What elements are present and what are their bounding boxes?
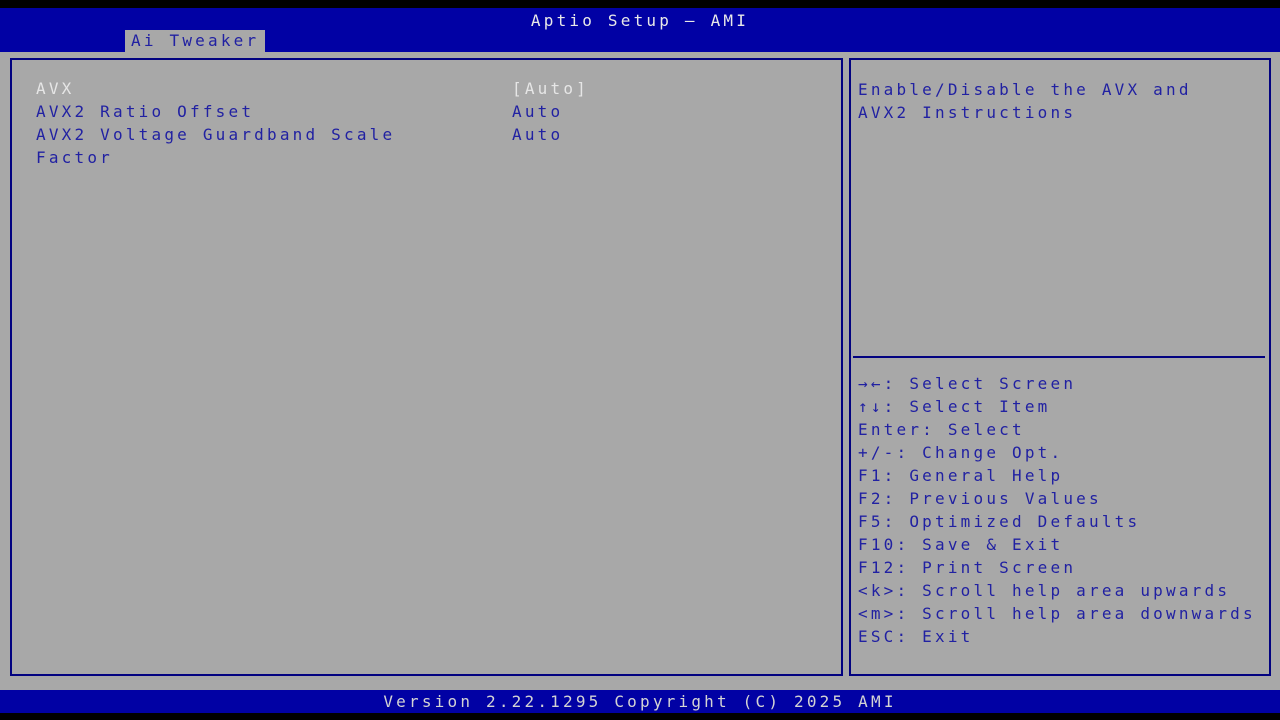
legend-f5-optimized-defaults: F5: Optimized Defaults — [858, 512, 1141, 531]
setting-label: AVX2 Ratio Offset — [36, 102, 255, 121]
setting-value[interactable]: [Auto] — [512, 77, 589, 100]
help-text-line: Enable/Disable the AVX and — [858, 80, 1192, 99]
legend-select-screen: →←: Select Screen — [858, 374, 1077, 393]
tab-ai-tweaker[interactable]: Ai Tweaker — [125, 30, 266, 52]
page-title: Aptio Setup – AMI — [530, 11, 750, 30]
legend-f12-print-screen: F12: Print Screen — [858, 558, 1077, 577]
settings-panel: AVX [Auto] AVX2 Ratio Offset Auto AVX2 V… — [10, 58, 843, 676]
setting-row-avx2-ratio-offset[interactable]: AVX2 Ratio Offset Auto — [36, 100, 560, 123]
setting-label-continuation: Factor — [36, 148, 113, 167]
legend-scroll-down: <m>: Scroll help area downwards — [858, 604, 1256, 623]
setting-row-avx2-voltage-guardband-wrap[interactable]: Factor — [36, 146, 512, 169]
setting-row-avx[interactable]: AVX [Auto] — [36, 77, 586, 100]
legend-change-opt: +/-: Change Opt. — [858, 443, 1064, 462]
legend-enter-select: Enter: Select — [858, 420, 1025, 439]
legend-divider — [853, 356, 1265, 358]
key-legend: →←: Select Screen ↑↓: Select Item Enter:… — [858, 372, 1266, 648]
top-black-strip — [0, 0, 1280, 8]
bios-setup-screen: Aptio Setup – AMI Ai Tweaker AVX [Auto] … — [0, 0, 1280, 720]
legend-esc-exit: ESC: Exit — [858, 627, 974, 646]
setting-label: AVX — [36, 79, 75, 98]
help-text-line: AVX2 Instructions — [858, 103, 1077, 122]
setting-value[interactable]: Auto — [512, 123, 563, 146]
setting-row-avx2-voltage-guardband[interactable]: AVX2 Voltage Guardband Scale Auto — [36, 123, 560, 146]
legend-select-item: ↑↓: Select Item — [858, 397, 1051, 416]
bottom-black-strip — [0, 713, 1280, 720]
title-bar: Aptio Setup – AMI Ai Tweaker — [0, 8, 1280, 52]
version-text: Version 2.22.1295 Copyright (C) 2025 AMI — [383, 692, 897, 711]
help-panel: Enable/Disable the AVX and AVX2 Instruct… — [849, 58, 1271, 676]
footer-bar: Version 2.22.1295 Copyright (C) 2025 AMI — [0, 690, 1280, 713]
legend-f1-general-help: F1: General Help — [858, 466, 1064, 485]
legend-scroll-up: <k>: Scroll help area upwards — [858, 581, 1231, 600]
legend-f2-previous-values: F2: Previous Values — [858, 489, 1102, 508]
help-text: Enable/Disable the AVX and AVX2 Instruct… — [858, 78, 1262, 124]
setting-value[interactable]: Auto — [512, 100, 563, 123]
setting-label: AVX2 Voltage Guardband Scale — [36, 125, 396, 144]
legend-f10-save-exit: F10: Save & Exit — [858, 535, 1064, 554]
